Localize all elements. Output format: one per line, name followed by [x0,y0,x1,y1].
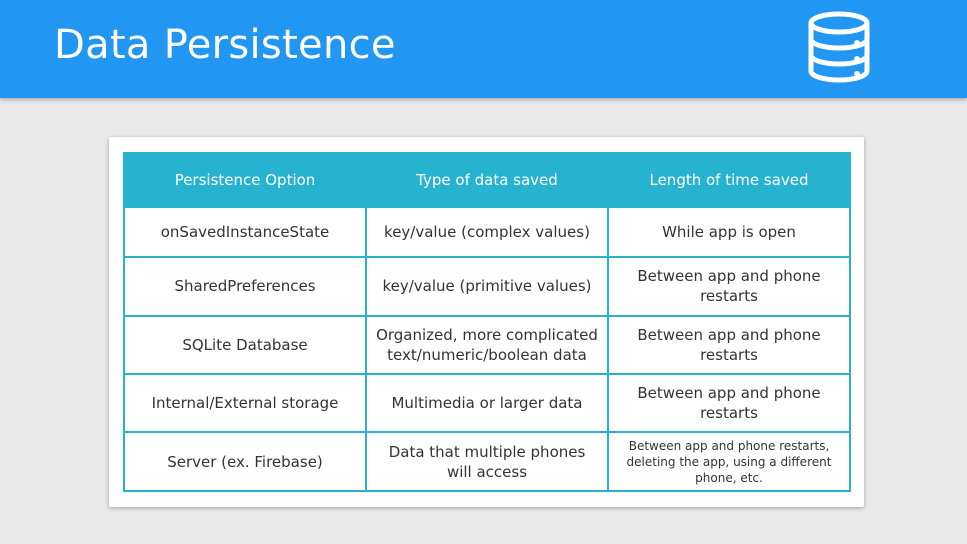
cell-type: key/value (primitive values) [365,255,609,317]
column-header-option: Persistence Option [123,152,367,208]
table-row: onSavedInstanceState key/value (complex … [123,206,851,258]
cell-type: key/value (complex values) [365,206,609,258]
cell-option: Server (ex. Firebase) [123,431,367,492]
persistence-table: Persistence Option Type of data saved Le… [123,152,851,492]
cell-option: SharedPreferences [123,255,367,317]
cell-length: Between app and phone restarts [607,314,851,376]
table-row: Internal/External storage Multimedia or … [123,373,851,434]
cell-length: While app is open [607,206,851,258]
column-header-length: Length of time saved [607,152,851,208]
cell-type: Data that multiple phones will access [365,431,609,492]
cell-type: Multimedia or larger data [365,373,609,434]
header-bar: Data Persistence [0,0,967,98]
table-header-row: Persistence Option Type of data saved Le… [123,152,851,208]
cell-type: Organized, more complicated text/numeric… [365,314,609,376]
cell-length: Between app and phone restarts [607,255,851,317]
cell-option: Internal/External storage [123,373,367,434]
table-row: SharedPreferences key/value (primitive v… [123,255,851,317]
database-icon [808,11,870,83]
table-card: Persistence Option Type of data saved Le… [109,137,864,507]
cell-length: Between app and phone restarts, deleting… [607,431,851,492]
cell-length: Between app and phone restarts [607,373,851,434]
column-header-type: Type of data saved [365,152,609,208]
cell-option: SQLite Database [123,314,367,376]
page-title: Data Persistence [54,22,396,68]
table-row: Server (ex. Firebase) Data that multiple… [123,431,851,492]
table-row: SQLite Database Organized, more complica… [123,314,851,376]
cell-option: onSavedInstanceState [123,206,367,258]
